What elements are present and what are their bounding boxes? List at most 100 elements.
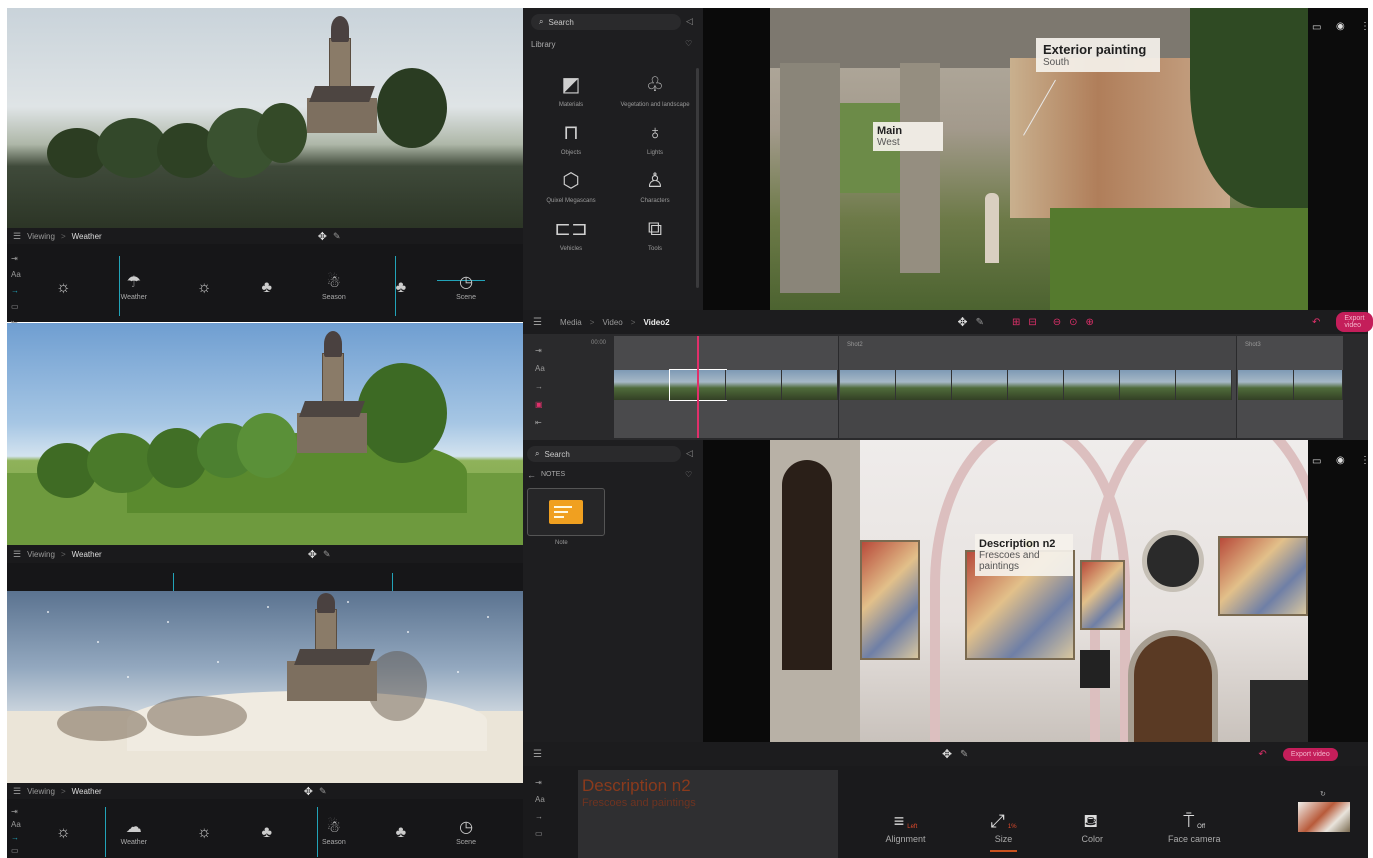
media-icon[interactable]: ▭	[535, 829, 545, 838]
menu-icon[interactable]: ☰	[13, 786, 21, 797]
pen-icon[interactable]: ✎	[976, 317, 984, 328]
move-icon[interactable]: ✥	[958, 315, 968, 329]
layers-icon[interactable]: ⇥	[535, 346, 545, 355]
subtitle-input[interactable]: Frescoes and paintings	[582, 797, 834, 809]
back-arrow-icon[interactable]: ←	[527, 470, 536, 480]
move-icon[interactable]: ✥	[308, 548, 317, 561]
viewport-sunny[interactable]	[7, 323, 523, 545]
pen-icon[interactable]: ✎	[333, 231, 341, 242]
undo-icon[interactable]: ↶	[1258, 749, 1266, 760]
scene-button[interactable]: ◷ Scene	[456, 820, 476, 847]
sun-icon[interactable]: ☼	[56, 280, 71, 296]
weather-button[interactable]: ☁ Weather	[121, 820, 147, 847]
size-control[interactable]: ⤢ 1% Size	[990, 812, 1017, 852]
season-button[interactable]: ☃ Season	[322, 275, 346, 302]
undo-icon[interactable]: ↶	[1312, 317, 1320, 328]
scene-button[interactable]: ◷ Scene	[456, 275, 476, 302]
collapse-icon[interactable]: ◁	[686, 16, 693, 27]
next-icon[interactable]: ⊕	[1086, 317, 1094, 328]
heart-icon[interactable]: ♡	[685, 470, 692, 479]
text-icon[interactable]: Aa	[11, 270, 21, 279]
move-icon[interactable]: ✥	[304, 785, 313, 798]
viewport-winter[interactable]	[7, 591, 523, 783]
pen-icon[interactable]: ✎	[960, 749, 968, 760]
library-item-lights[interactable]: ♁ Lights	[613, 122, 697, 156]
eye-icon[interactable]: ◉	[1336, 455, 1345, 466]
arrow-icon[interactable]: →	[11, 833, 21, 842]
menu-icon[interactable]: ☰	[13, 231, 21, 242]
library-scrollbar[interactable]	[696, 68, 699, 288]
text-icon[interactable]: Aa	[535, 795, 545, 804]
library-item-vegetation[interactable]: ♧ Vegetation and landscape	[613, 74, 697, 108]
arrow-icon[interactable]: →	[535, 812, 545, 821]
sun-icon[interactable]: ☼	[56, 825, 71, 841]
export-video-button[interactable]: Export video	[1282, 747, 1338, 761]
pen-icon[interactable]: ✎	[319, 786, 327, 797]
playhead[interactable]	[697, 336, 699, 438]
more-icon[interactable]: ⋮	[1360, 455, 1370, 466]
layers-icon[interactable]: ⇥	[11, 254, 21, 263]
collapse-icon[interactable]: ◁	[686, 448, 693, 459]
library-search-input[interactable]: ⌕ Search	[531, 14, 681, 30]
library-item-materials[interactable]: ◩ Materials	[529, 74, 613, 108]
color-control[interactable]: ⛾ Color	[1081, 812, 1103, 844]
export-video-button[interactable]: Export video	[1336, 312, 1373, 332]
heart-icon[interactable]: ♡	[685, 39, 692, 48]
refresh-icon[interactable]: ↻	[1320, 790, 1326, 798]
tree-icon[interactable]: ♣	[396, 825, 407, 841]
sun-icon[interactable]: ☼	[197, 280, 212, 296]
menu-icon[interactable]: ☰	[533, 749, 542, 760]
thumbnail-strip[interactable]	[614, 369, 1343, 402]
text-icon[interactable]: Aa	[11, 820, 21, 829]
media-icon[interactable]: ▭	[11, 302, 21, 311]
tree-icon[interactable]: ♣	[396, 280, 407, 296]
viewport-interior[interactable]	[770, 440, 1308, 742]
play-icon[interactable]: ⊙	[1069, 317, 1077, 328]
menu-icon[interactable]: ☰	[13, 549, 21, 560]
title-input[interactable]: Description n2	[582, 776, 834, 796]
panel-icon[interactable]: ▭	[1312, 22, 1321, 33]
library-item-characters[interactable]: ♙ Characters	[613, 170, 697, 204]
text-icon[interactable]: Aa	[535, 364, 545, 373]
eye-icon[interactable]: ◉	[1336, 21, 1345, 32]
callout-exterior-painting[interactable]: Exterior painting South	[1036, 38, 1160, 72]
breadcrumb-video2[interactable]: Video2	[643, 318, 669, 327]
library-item-quixel[interactable]: ⬡ Quixel Megascans	[529, 170, 613, 204]
split-icon[interactable]: ⊟	[1028, 317, 1036, 328]
arrow-icon[interactable]: →	[11, 286, 21, 295]
note-item[interactable]	[527, 488, 605, 536]
editor-header: ☰ ✥ ✎ ↶ Export video	[523, 742, 1368, 766]
arrow-icon[interactable]: →	[535, 382, 545, 391]
tree-icon[interactable]: ♣	[262, 280, 273, 296]
media-icon[interactable]: ▣	[535, 400, 545, 409]
prev-icon[interactable]: ⊖	[1053, 317, 1061, 328]
panel-icon[interactable]: ▭	[1312, 456, 1321, 467]
callout-interior-description[interactable]: Description n2 Frescoes and paintings	[975, 534, 1073, 576]
sun-icon[interactable]: ☼	[197, 825, 212, 841]
weather-button[interactable]: ☂ Weather	[121, 275, 147, 302]
breadcrumb-media[interactable]: Media	[560, 318, 582, 327]
menu-icon[interactable]: ☰	[533, 317, 542, 328]
move-icon[interactable]: ✥	[942, 747, 952, 761]
face-camera-control[interactable]: ⍑ Off Face camera	[1168, 812, 1221, 844]
breadcrumb-video[interactable]: Video	[602, 318, 622, 327]
viewport-cloudy[interactable]	[7, 8, 523, 228]
season-button[interactable]: ☃ Season	[322, 820, 346, 847]
preview-thumbnail[interactable]	[1298, 802, 1350, 832]
pen-icon[interactable]: ✎	[323, 549, 331, 560]
add-icon[interactable]: ⊞	[1012, 317, 1020, 328]
alignment-control[interactable]: ≡ Left Alignment	[885, 812, 925, 844]
move-icon[interactable]: ✥	[318, 230, 327, 243]
library-item-objects[interactable]: ⊓ Objects	[529, 122, 613, 156]
media-icon[interactable]: ▭	[11, 846, 21, 855]
layers-icon[interactable]: ⇥	[11, 807, 21, 816]
exit-icon[interactable]: ⇤	[535, 418, 545, 427]
library-item-tools[interactable]: ⧉ Tools	[613, 218, 697, 252]
more-icon[interactable]: ⋮	[1360, 21, 1370, 32]
description-editor[interactable]: Description n2 Frescoes and paintings	[578, 770, 838, 858]
notes-search-input[interactable]: ⌕ Search	[527, 446, 681, 462]
tree-icon[interactable]: ♣	[262, 825, 273, 841]
layers-icon[interactable]: ⇥	[535, 778, 545, 787]
library-item-vehicles[interactable]: ⊏⊐ Vehicles	[529, 218, 613, 252]
callout-main[interactable]: Main West	[873, 122, 943, 151]
